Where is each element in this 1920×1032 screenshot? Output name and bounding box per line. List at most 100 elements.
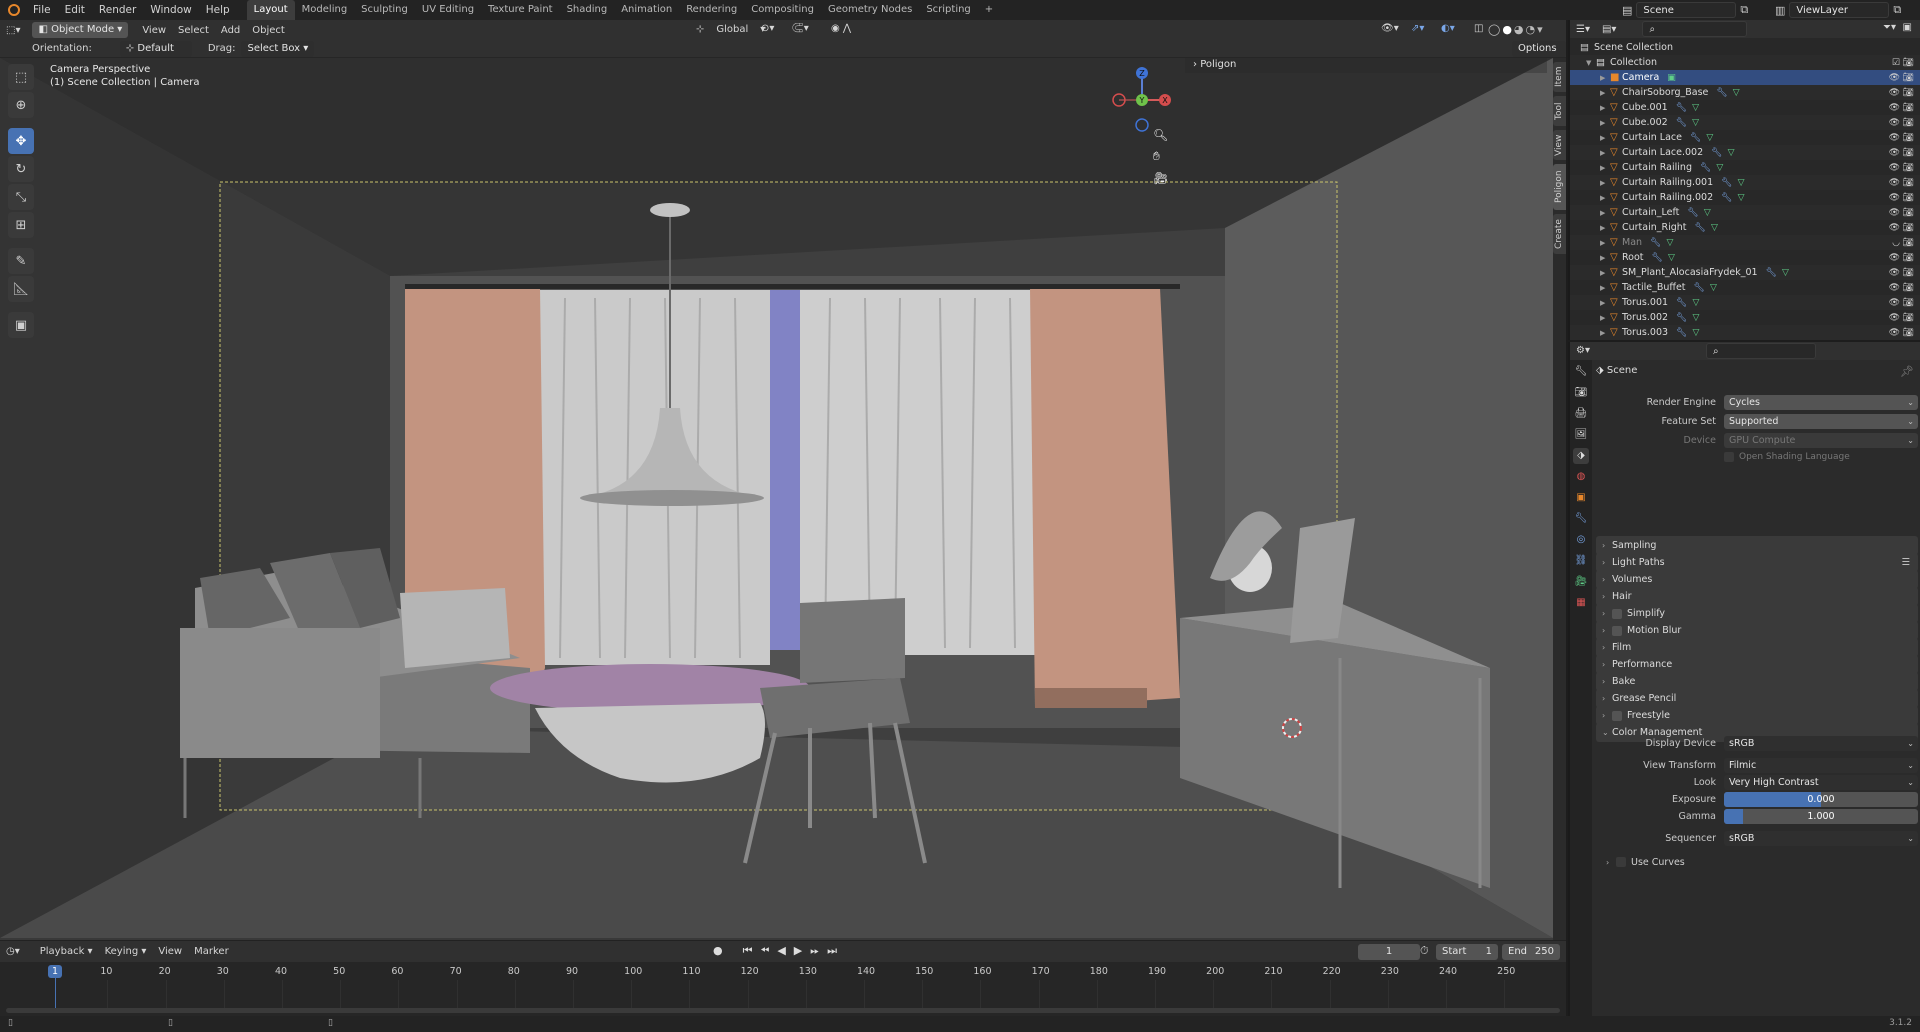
orientation-dropdown[interactable]: ⊹ Default [119,40,192,57]
panel-checkbox[interactable] [1612,625,1622,636]
menu-render[interactable]: Render [92,4,143,16]
solid-shading-icon[interactable]: ● [1502,23,1512,36]
modifier-icon[interactable]: 🔧︎ [1690,133,1701,143]
eye-icon[interactable]: 👁︎ [1889,88,1900,98]
mesh-data-icon[interactable]: ▽ [1692,103,1699,113]
measure-tool-icon[interactable]: 📐︎ [8,276,34,302]
render-restrict-icon[interactable]: 📷︎ [1903,73,1914,83]
chevron-right-icon[interactable]: › [1606,858,1616,867]
render-restrict-icon[interactable]: 📷︎ [1903,193,1914,203]
menu-playback[interactable]: Playback ▾ [34,946,99,957]
expand-icon[interactable]: ▶ [1600,239,1610,247]
render-restrict-icon[interactable]: 📷︎ [1903,178,1914,188]
tab-scripting[interactable]: Scripting [919,0,977,20]
outliner-item[interactable]: ▶ ▽ Tactile_Buffet 🔧︎ ▽ 👁︎ 📷︎ [1570,280,1920,295]
properties-search-input[interactable]: ⌕ [1706,343,1816,359]
mesh-data-icon[interactable]: ▽ [1692,313,1699,323]
data-tab-icon[interactable]: 🎥︎ [1573,574,1589,590]
playhead[interactable]: 1 [48,965,62,978]
timeline-scrollbar[interactable] [6,1008,1560,1013]
menu-marker[interactable]: Marker [188,946,235,957]
editor-type-icon[interactable]: ⬚▾ [0,25,26,36]
render-restrict-icon[interactable]: 📷︎ [1903,103,1914,113]
display-mode-icon[interactable]: ▤▾ [1596,24,1622,35]
menu-file[interactable]: File [26,4,58,16]
render-restrict-icon[interactable]: 📷︎ [1903,253,1914,263]
scene-name-field[interactable]: Scene [1636,2,1737,18]
modifier-icon[interactable]: 🔧︎ [1695,223,1706,233]
outliner-search-input[interactable]: ⌕ [1642,21,1748,37]
zoom-icon[interactable]: 🔍︎ [1153,128,1168,142]
mesh-data-icon[interactable]: ▽ [1738,178,1745,188]
prev-keyframe-icon[interactable]: ⏪︎ [761,944,770,958]
mesh-data-icon[interactable]: ▽ [1782,268,1789,278]
modifier-icon[interactable]: 🔧︎ [1676,328,1687,338]
timeline-editor-icon[interactable]: ◷▾ [0,946,26,957]
cursor-tool-icon[interactable]: ⊕ [8,92,34,118]
presets-list-icon[interactable]: ☰ [1901,557,1910,568]
eye-icon[interactable]: 👁︎ [1889,313,1900,323]
new-collection-icon[interactable]: ▣ [1897,22,1918,33]
world-tab-icon[interactable]: ◍ [1573,469,1589,485]
tab-uv-editing[interactable]: UV Editing [415,0,481,20]
outliner-item[interactable]: ▶ ▽ Curtain_Left 🔧︎ ▽ 👁︎ 📷︎ [1570,205,1920,220]
tab-layout[interactable]: Layout [246,0,295,20]
panel-checkbox[interactable] [1612,608,1622,619]
current-frame-field[interactable]: 1 [1358,944,1420,960]
expand-icon[interactable]: ▶ [1600,269,1610,277]
eye-icon[interactable]: 👁︎ [1889,223,1900,233]
texture-tab-icon[interactable]: ▦ [1573,595,1589,611]
object-tab-icon[interactable]: ▣ [1573,490,1589,506]
modifier-icon[interactable]: 🔧︎ [1694,283,1705,293]
panel-checkbox[interactable] [1612,710,1622,721]
material-shading-icon[interactable]: ◕ [1514,23,1524,36]
expand-icon[interactable]: ▶ [1600,224,1610,232]
outliner-item[interactable]: ▶ ▽ Curtain Lace.002 🔧︎ ▽ 👁︎ 📷︎ [1570,145,1920,160]
use-curves-checkbox[interactable] [1616,857,1626,867]
device-dropdown[interactable]: GPU Compute ⌄ [1724,432,1918,448]
tab-create[interactable]: Create [1553,214,1566,254]
modifier-icon[interactable]: 🔧︎ [1766,268,1777,278]
mesh-data-icon[interactable]: ▽ [1692,328,1699,338]
eye-icon[interactable]: 👁︎ [1889,253,1900,263]
eye-icon[interactable]: 👁︎ [1889,178,1900,188]
render-restrict-icon[interactable]: 📷︎ [1903,223,1914,233]
eye-icon[interactable]: 👁︎ [1889,208,1900,218]
3d-viewport[interactable]: Camera Perspective (1) Scene Collection … [0,58,1553,940]
outliner-item[interactable]: ▶ ▽ SM_Plant_AlocasiaFrydek_01 🔧︎ ▽ 👁︎ 📷︎ [1570,265,1920,280]
outliner-item[interactable]: ▶ ▽ Curtain Railing.001 🔧︎ ▽ 👁︎ 📷︎ [1570,175,1920,190]
expand-icon[interactable]: ▶ [1600,104,1610,112]
tool-tab-icon[interactable]: 🔧︎ [1573,364,1589,380]
camera-data-icon[interactable]: ▣ [1667,73,1676,83]
new-view-layer-icon[interactable]: ⧉ [1893,3,1901,17]
scale-tool-icon[interactable]: ⤡ [8,184,34,210]
tab-tool[interactable]: Tool [1553,96,1566,126]
menu-edit[interactable]: Edit [58,4,92,16]
checkbox-icon[interactable]: ☑ [1892,58,1900,68]
outliner-item[interactable]: ▶ ▽ Curtain Lace 🔧︎ ▽ 👁︎ 📷︎ [1570,130,1920,145]
menu-object[interactable]: Object [246,25,291,36]
eye-icon[interactable]: 👁︎ [1889,118,1900,128]
modifier-icon[interactable]: 🔧︎ [1721,178,1732,188]
drag-dropdown[interactable]: Select Box ▾ [241,40,315,57]
menu-timeline-view[interactable]: View [152,946,188,957]
tab-shading[interactable]: Shading [560,0,615,20]
outliner-item[interactable]: ▶ ▽ Torus.002 🔧︎ ▽ 👁︎ 📷︎ [1570,310,1920,325]
outliner-item[interactable]: ▶ ▽ Curtain Railing.002 🔧︎ ▽ 👁︎ 📷︎ [1570,190,1920,205]
outliner-item[interactable]: ▶ ▽ ChairSoborg_Base 🔧︎ ▽ 👁︎ 📷︎ [1570,85,1920,100]
expand-icon[interactable]: ▶ [1600,134,1610,142]
mesh-data-icon[interactable]: ▽ [1711,223,1718,233]
outliner-item[interactable]: ▶ ▽ Cube.001 🔧︎ ▽ 👁︎ 📷︎ [1570,100,1920,115]
expand-icon[interactable]: ▶ [1600,149,1610,157]
scene-collection-row[interactable]: ▤ Scene Collection [1570,40,1920,55]
modifier-icon[interactable]: 🔧︎ [1721,193,1732,203]
feature-set-dropdown[interactable]: Supported ⌄ [1724,413,1918,429]
expand-icon[interactable]: ▶ [1600,254,1610,262]
outliner-item[interactable]: ▶ ■ Camera ▣ 👁︎ 📷︎ [1570,70,1920,85]
mesh-data-icon[interactable]: ▽ [1706,133,1713,143]
tab-geometry-nodes[interactable]: Geometry Nodes [821,0,919,20]
mesh-data-icon[interactable]: ▽ [1710,283,1717,293]
eye-icon[interactable]: 👁︎ [1889,133,1900,143]
options-dropdown[interactable]: Options ▾ [1512,41,1566,70]
menu-help[interactable]: Help [199,4,237,16]
